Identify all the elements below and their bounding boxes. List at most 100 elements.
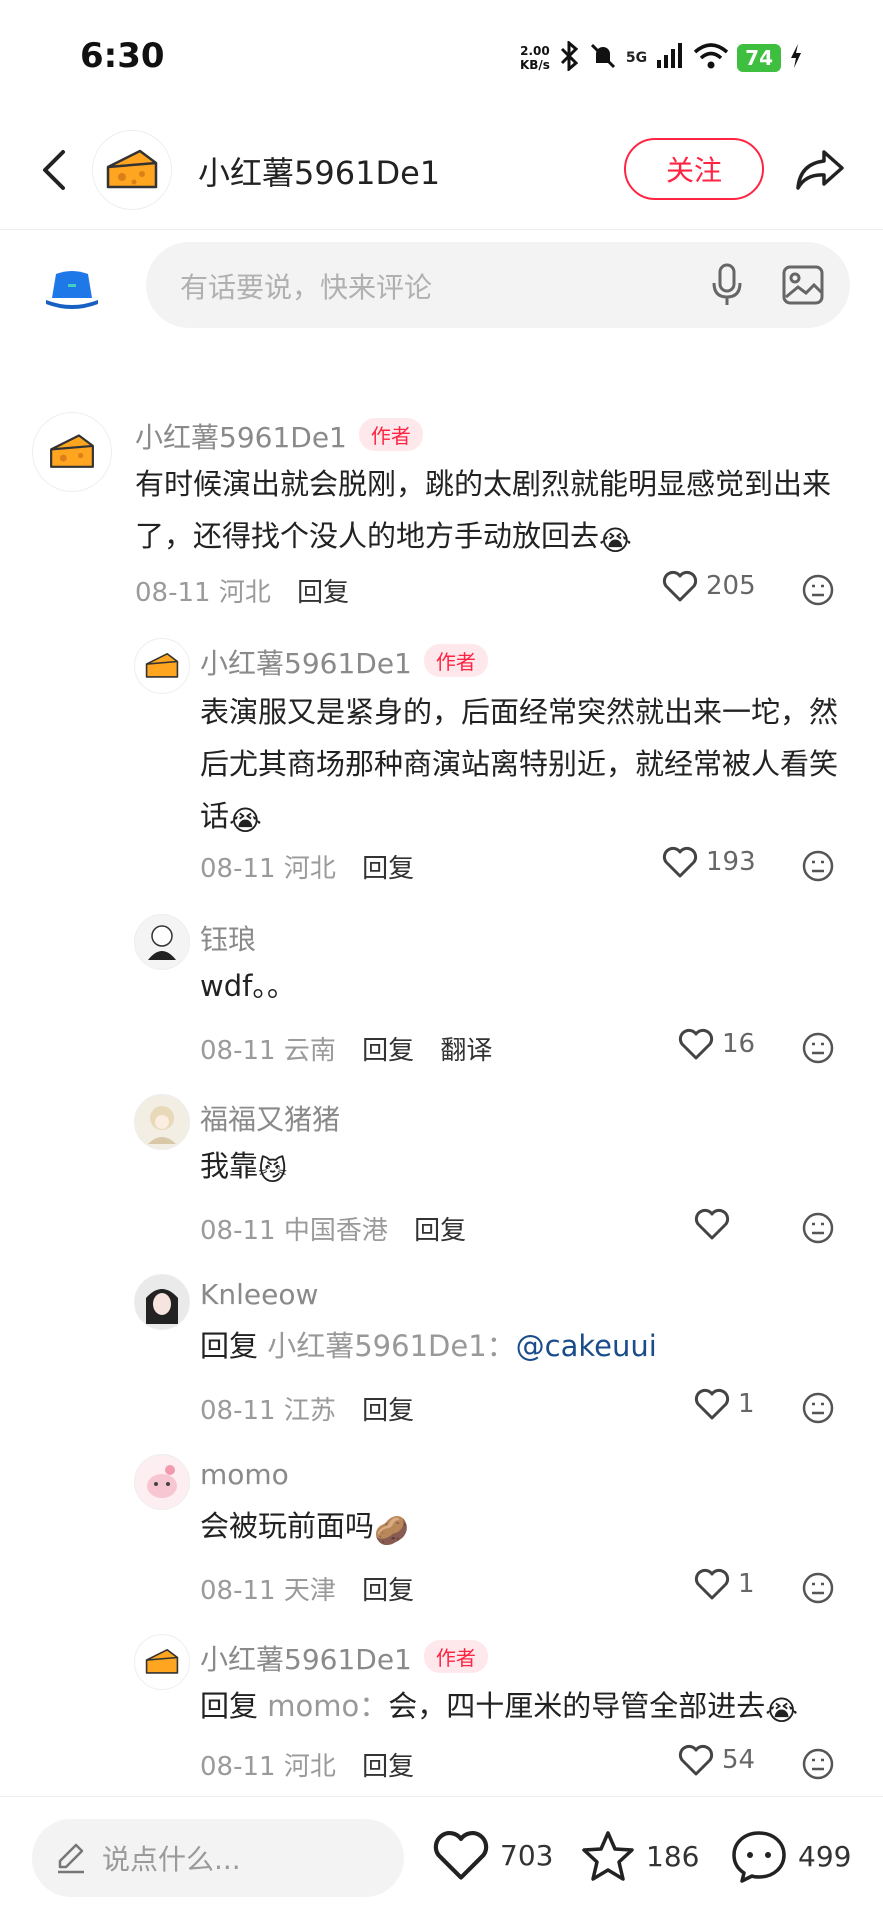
comment-username[interactable]: Knleeow	[200, 1278, 318, 1311]
reply-item: 小红薯5961De1 作者 回复 momo：会，四十厘米的导管全部进去😭 08-1…	[0, 1632, 883, 1782]
cheese-icon	[145, 652, 179, 678]
reply-button[interactable]: 回复	[362, 1576, 414, 1606]
signal-icon	[655, 42, 685, 74]
comment-meta: 08-11 云南 回复 翻译	[200, 1030, 492, 1067]
comment-username[interactable]: 小红薯5961De1 作者	[200, 1638, 488, 1678]
comment-avatar[interactable]	[134, 1454, 190, 1510]
reply-to-user[interactable]: momo：	[267, 1689, 388, 1723]
cheese-icon	[145, 1648, 179, 1674]
comment-bubble-icon	[732, 1831, 786, 1883]
reply-to-user[interactable]: 小红薯5961De1：	[267, 1329, 515, 1363]
comment-avatar[interactable]	[32, 412, 112, 492]
comment-avatar[interactable]	[134, 914, 190, 970]
comment-username[interactable]: 福福又猪猪	[200, 1098, 340, 1138]
heart-icon	[662, 570, 698, 602]
comment-avatar[interactable]	[134, 1274, 190, 1330]
reply-button[interactable]: 回复	[362, 854, 414, 884]
username-text[interactable]: 小红薯5961De1	[135, 421, 347, 454]
photo-avatar-icon	[146, 1289, 178, 1324]
image-button[interactable]	[778, 260, 828, 310]
like-button[interactable]: 193	[662, 846, 756, 878]
like-button[interactable]: 16	[678, 1028, 755, 1060]
comment-text: 有时候演出就会脱刚，跳的太剧烈就能明显感觉到出来了，还得找个没人的地方手动放回去…	[135, 458, 855, 567]
header: 小红薯5961De1 关注	[0, 110, 883, 230]
follow-button[interactable]: 关注	[624, 138, 764, 200]
comment-input[interactable]: 有话要说，快来评论	[146, 242, 850, 328]
dislike-button[interactable]	[800, 1030, 836, 1066]
wifi-icon	[693, 42, 729, 74]
bluetooth-icon	[558, 39, 580, 75]
reply-button[interactable]: 回复	[297, 578, 349, 608]
comment-avatar[interactable]	[134, 1634, 190, 1690]
comment-username[interactable]: 钰琅	[200, 918, 256, 958]
like-count: 1	[738, 1389, 755, 1419]
dislike-button[interactable]	[800, 848, 836, 884]
author-avatar[interactable]	[92, 130, 172, 210]
dislike-button[interactable]	[800, 1570, 836, 1606]
charging-icon	[789, 43, 803, 73]
reply-prefix: 回复	[200, 1689, 259, 1723]
like-button[interactable]: 54	[678, 1744, 755, 1776]
translate-button[interactable]: 翻译	[440, 1036, 492, 1066]
comment-text: 回复 momo：会，四十厘米的导管全部进去😭	[200, 1680, 860, 1737]
comment-meta: 08-11 中国香港 回复	[200, 1210, 466, 1247]
comment-meta: 08-11 天津 回复	[200, 1570, 414, 1607]
username-text[interactable]: 小红薯5961De1	[200, 647, 412, 680]
username-text[interactable]: 小红薯5961De1	[200, 1643, 412, 1676]
comment-username[interactable]: 小红薯5961De1 作者	[200, 642, 488, 682]
mention-link[interactable]: @cakeuui	[516, 1329, 657, 1363]
reply-item: 小红薯5961De1 作者 表演服又是紧身的，后面经常突然就出来一坨，然后尤其商场…	[0, 636, 883, 886]
voice-button[interactable]	[702, 260, 752, 310]
author-name[interactable]: 小红薯5961De1	[198, 148, 440, 194]
unhappy-face-icon	[802, 1748, 834, 1780]
comment-username[interactable]: momo	[200, 1458, 289, 1491]
dislike-button[interactable]	[800, 572, 836, 608]
comment-avatar[interactable]	[134, 1094, 190, 1150]
author-badge: 作者	[423, 644, 488, 677]
comment-text: 回复 小红薯5961De1：@cakeuui	[200, 1320, 860, 1372]
pink-creature-avatar-icon	[147, 1465, 177, 1498]
status-bar: 6:30 2.00 KB/s 5G 74	[0, 0, 883, 110]
reply-button[interactable]: 回复	[362, 1036, 414, 1066]
unhappy-face-icon	[802, 1032, 834, 1064]
reply-button[interactable]: 回复	[362, 1396, 414, 1426]
comment-text: wdf。。	[200, 969, 296, 1003]
comment-date: 08-11	[200, 1752, 276, 1782]
like-count: 54	[722, 1745, 756, 1775]
reply-button[interactable]: 回复	[362, 1752, 414, 1782]
cheese-icon	[106, 149, 158, 189]
back-button[interactable]	[26, 140, 82, 200]
say-something-input[interactable]: 说点什么...	[32, 1819, 404, 1897]
dislike-button[interactable]	[800, 1210, 836, 1246]
comment-username[interactable]: 小红薯5961De1 作者	[135, 416, 423, 456]
comment-body: 会，四十厘米的导管全部进去	[388, 1689, 766, 1723]
like-count: 205	[706, 571, 756, 601]
reply-button[interactable]: 回复	[414, 1216, 466, 1246]
share-button[interactable]	[788, 140, 852, 200]
dislike-button[interactable]	[800, 1746, 836, 1782]
like-button[interactable]: 1	[694, 1388, 755, 1420]
comment-meta: 08-11 江苏 回复	[200, 1390, 414, 1427]
cheese-icon	[50, 434, 94, 468]
my-avatar[interactable]	[44, 268, 100, 310]
bottom-bar: 说点什么... 703 186 499	[0, 1796, 883, 1920]
comment-body: 我靠	[200, 1149, 259, 1183]
post-like-button[interactable]: 703	[432, 1829, 553, 1881]
like-count: 16	[722, 1029, 756, 1059]
back-arrow-icon	[43, 150, 65, 190]
unhappy-face-icon	[802, 574, 834, 606]
comment-date: 08-11	[200, 1216, 276, 1246]
like-button[interactable]: 1	[694, 1568, 755, 1600]
comment-input-placeholder: 有话要说，快来评论	[180, 271, 433, 304]
comment-avatar[interactable]	[134, 638, 190, 694]
like-button[interactable]	[694, 1208, 738, 1240]
heart-icon	[662, 846, 698, 878]
crying-emoji-icon: 😭	[765, 1694, 798, 1727]
network-type: 5G	[625, 50, 648, 66]
post-collect-button[interactable]: 186	[580, 1829, 699, 1883]
heart-icon	[694, 1568, 730, 1600]
like-button[interactable]: 205	[662, 570, 756, 602]
image-icon	[782, 265, 824, 305]
dislike-button[interactable]	[800, 1390, 836, 1426]
post-comment-button[interactable]: 499	[730, 1829, 851, 1883]
